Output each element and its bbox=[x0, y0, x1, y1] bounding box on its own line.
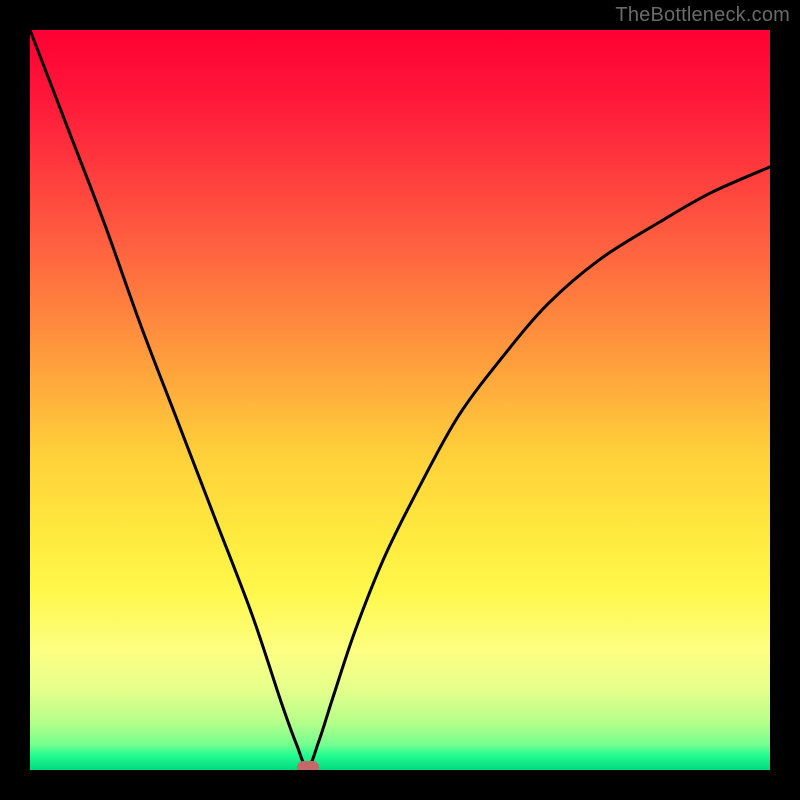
chart-frame: TheBottleneck.com bbox=[0, 0, 800, 800]
min-point-marker bbox=[297, 761, 319, 770]
bottleneck-curve bbox=[30, 30, 770, 770]
watermark-text: TheBottleneck.com bbox=[615, 4, 790, 27]
plot-area bbox=[30, 30, 770, 770]
